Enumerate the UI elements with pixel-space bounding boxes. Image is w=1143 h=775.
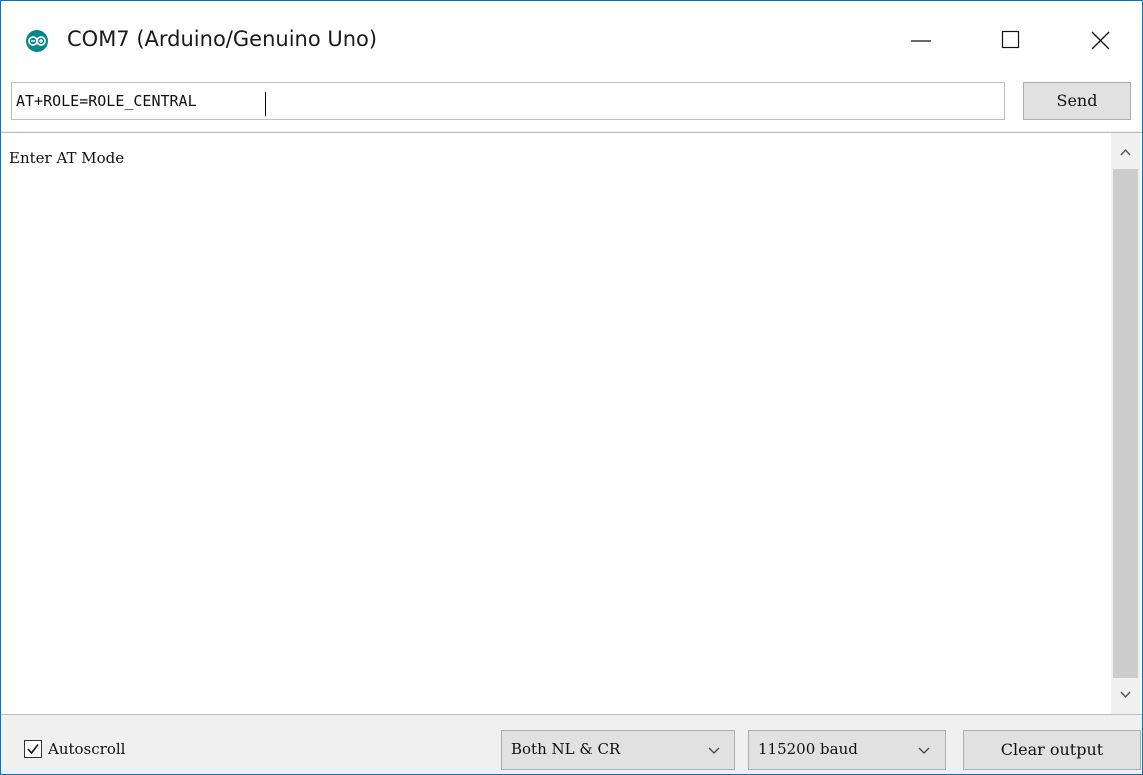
autoscroll-checkbox[interactable]: [24, 740, 42, 758]
command-input[interactable]: [11, 82, 1005, 120]
chevron-down-icon: [918, 747, 930, 754]
bottom-bar: Autoscroll Both NL & CR 115200 baud Clea…: [1, 715, 1142, 774]
line-ending-select[interactable]: Both NL & CR: [501, 730, 735, 770]
chevron-down-icon: [1120, 691, 1131, 699]
close-icon: [1091, 31, 1110, 50]
minimize-icon: [911, 40, 931, 42]
checkmark-icon: [27, 744, 39, 755]
arduino-logo-icon: [26, 30, 48, 52]
title-bar[interactable]: COM7 (Arduino/Genuino Uno): [1, 1, 1142, 79]
baud-rate-value: 115200 baud: [758, 740, 858, 758]
close-button[interactable]: [1056, 1, 1142, 79]
chevron-down-icon: [708, 747, 720, 754]
autoscroll-toggle[interactable]: Autoscroll: [24, 738, 125, 760]
clear-output-button[interactable]: Clear output: [963, 730, 1141, 770]
window-title: COM7 (Arduino/Genuino Uno): [67, 27, 378, 51]
output-line: Enter AT Mode: [9, 149, 125, 167]
baud-rate-select[interactable]: 115200 baud: [748, 730, 946, 770]
scroll-down-button[interactable]: [1111, 678, 1140, 710]
autoscroll-label: Autoscroll: [48, 740, 126, 758]
scroll-thumb[interactable]: [1113, 169, 1138, 678]
scroll-up-button[interactable]: [1111, 137, 1140, 169]
serial-monitor-window: COM7 (Arduino/Genuino Uno) Send Enter AT…: [0, 0, 1143, 775]
maximize-icon: [1001, 30, 1020, 49]
send-button[interactable]: Send: [1023, 82, 1131, 120]
chevron-up-icon: [1120, 148, 1131, 156]
minimize-button[interactable]: [876, 1, 966, 79]
line-ending-value: Both NL & CR: [511, 740, 621, 758]
text-caret: [265, 92, 266, 116]
maximize-button[interactable]: [966, 1, 1056, 79]
send-row: Send: [1, 79, 1142, 131]
serial-output[interactable]: Enter AT Mode: [1, 132, 1142, 715]
vertical-scrollbar[interactable]: [1111, 133, 1140, 714]
